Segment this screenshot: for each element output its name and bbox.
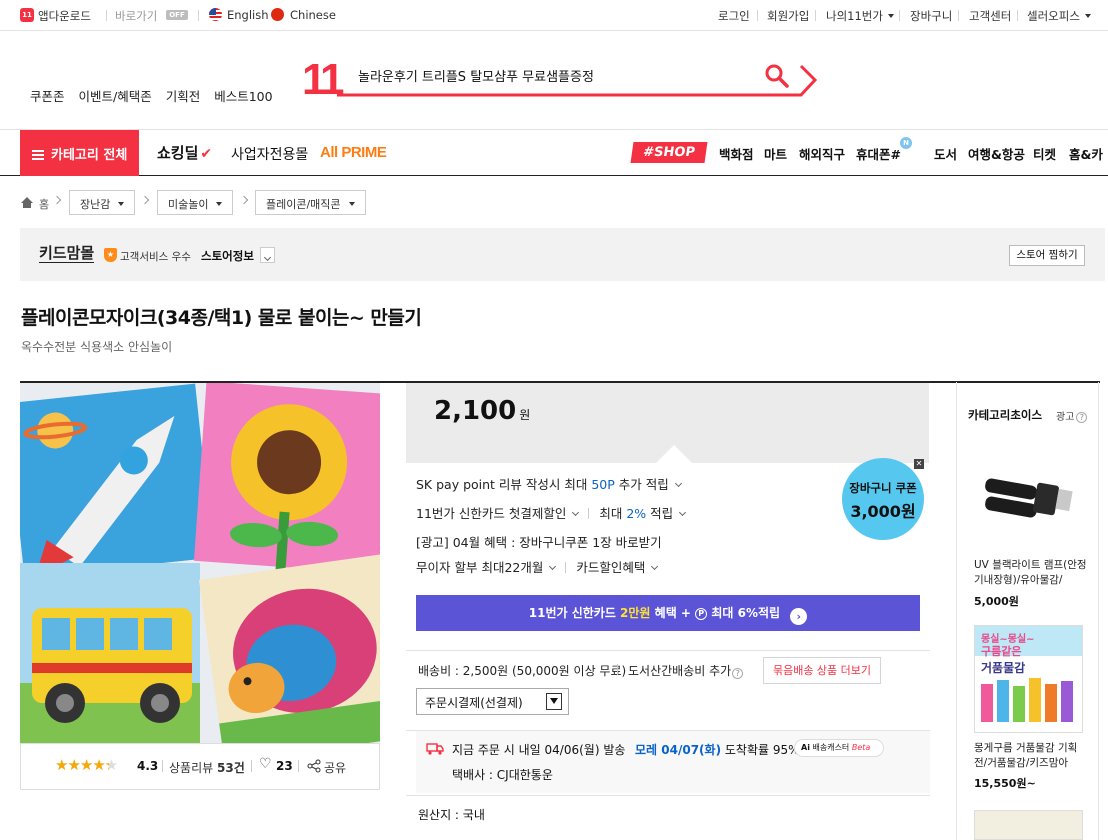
gnb-department[interactable]: 백화점 [719, 144, 754, 163]
shop-tag[interactable]: #SHOP [630, 142, 708, 163]
product-subtitle: 옥수수전분 식용색소 안심놀이 [21, 340, 173, 354]
price: 2,100 원 [434, 396, 531, 426]
my11st-link[interactable]: 나의11번가 [826, 8, 894, 24]
utility-bar: 11 앱다운로드 바로가기 OFF English Chinese 로그인 회원… [0, 0, 1108, 31]
bundle-shipping-button[interactable]: 묶음배송 상품 더보기 [763, 657, 881, 684]
sidebar-item-bubble-paint-price: 15,550원~ [974, 777, 1036, 790]
shipping-fee: 배송비 : 2,500원 (50,000원 이상 무료) [418, 664, 627, 678]
sidebar-next-item-image[interactable] [974, 810, 1083, 840]
business-mall-link[interactable]: 사업자전용몰 [231, 144, 308, 164]
gnb-books[interactable]: 도서 [934, 144, 957, 163]
share-icon[interactable] [307, 759, 321, 773]
good-service-text: 고객서비스 우수 [120, 251, 191, 263]
review-link[interactable]: 상품리뷰 53건 [169, 759, 245, 776]
gnb-ticket[interactable]: 티켓 [1033, 144, 1056, 163]
gnb-bar: 카테고리 전체 쇼킹딜 ✔ 사업자전용몰 All PRIME #SHOP 백화점 … [0, 129, 1108, 176]
gnb-phone[interactable]: 휴대폰# [856, 144, 901, 163]
mountain-fee[interactable]: 도서산간배송비 추가? [628, 662, 744, 679]
dispatch-info: 지금 주문 시 내일 04/06(월) 발송 [452, 743, 626, 757]
breadcrumb-home[interactable]: 홈 [39, 196, 49, 212]
sidebar-title: 카테고리초이스 [968, 408, 1043, 422]
truck-icon [426, 743, 444, 755]
sidebar-item-bubble-paint[interactable]: 몽게구름 거품물감 기획전/거품물감/키즈맘아 [974, 741, 1089, 771]
breadcrumb-playcorn-select[interactable]: 플레이콘/매직콘 [255, 190, 366, 215]
shortcut-toggle[interactable]: OFF [166, 10, 188, 20]
menu-exhibition[interactable]: 기획전 [166, 89, 201, 104]
breadcrumb-art-select[interactable]: 미술놀이 [157, 190, 234, 215]
help-icon[interactable]: ? [732, 668, 744, 679]
breadcrumb-toy-select[interactable]: 장난감 [69, 190, 136, 215]
gnb-mart[interactable]: 마트 [764, 144, 787, 163]
customer-center-link[interactable]: 고객센터 [969, 8, 1011, 24]
menu-event[interactable]: 이벤트/혜택존 [79, 89, 152, 104]
cn-flag-icon [271, 8, 284, 21]
uv-lamp-image[interactable] [975, 452, 1083, 552]
store-favorite-button[interactable]: 스토어 찜하기 [1009, 245, 1085, 266]
product-title: 플레이콘모자이크(34종/택1) 물로 붙이는~ 만들기 [21, 307, 422, 329]
select-arrow-icon [546, 693, 562, 710]
chinese-link[interactable]: Chinese [290, 8, 336, 22]
shocking-deal-icon: ✔ [200, 146, 213, 162]
app-icon: 11 [20, 8, 34, 22]
sidebar-item-uv-lamp[interactable]: UV 블랙라이트 램프(안정기내장형)/유아물감/ [974, 558, 1089, 588]
gnb-travel[interactable]: 여행&항공 [968, 144, 1025, 163]
ai-delivery-caster-badge[interactable]: Ai 배송캐스터 Beta [794, 739, 884, 757]
help-icon[interactable]: ? [1076, 412, 1088, 423]
sidebar-ad-label: 광고? [1056, 408, 1088, 423]
like-count: 23 [276, 759, 293, 773]
sidebar-item-uv-lamp-price: 5,000원 [974, 595, 1019, 608]
rating-value: 4.3 [137, 759, 159, 773]
price-box-notch [656, 445, 692, 463]
login-link[interactable]: 로그인 [718, 8, 750, 24]
rating-bar: ★★★★★★★★★★ 4.3 상품리뷰 53건 ♡ 23 공유 [20, 743, 380, 790]
us-flag-icon [209, 8, 222, 21]
cart-coupon-badge[interactable]: 장바구니 쿠폰 3,000원 [842, 458, 924, 540]
installment-row[interactable]: 무이자 할부 최대22개월 카드할인혜택 [416, 557, 659, 576]
app-download-link[interactable]: 앱다운로드 [38, 8, 91, 24]
shinhan-card-banner[interactable]: 11번가 신한카드 2만원 혜택 + P 최대 6%적립 › [416, 595, 920, 631]
sk-pay-row[interactable]: SK pay point 리뷰 작성시 최대 50P 추가 적립 [416, 474, 682, 493]
menu-best100[interactable]: 베스트100 [214, 89, 272, 104]
payment-select[interactable]: 주문시결제(선결제) [416, 688, 569, 715]
cart-link[interactable]: 장바구니 [910, 8, 952, 24]
courier-info: 택배사 : CJ대한통운 [452, 768, 553, 782]
good-service-badge-icon: ★ [104, 248, 117, 262]
header-menu: 쿠폰존 이벤트/혜택존 기획전 베스트100 [30, 86, 273, 105]
arrow-circle-icon: › [790, 608, 808, 625]
category-choice-sidebar: 카테고리초이스 광고? UV 블랙라이트 램프(안정기내장형)/유아물감/ 5,… [956, 382, 1099, 840]
bubble-paint-image[interactable]: 몽실~몽실~ 구름같은 거품물감 [974, 625, 1083, 733]
star-rating-icon: ★★★★★★★★★★ [55, 756, 118, 774]
menu-coupon-zone[interactable]: 쿠폰존 [30, 89, 65, 104]
point-icon: P [695, 608, 708, 620]
origin-info: 원산지 : 국내 [418, 808, 485, 822]
hamburger-icon [32, 150, 44, 160]
share-link[interactable]: 공유 [324, 759, 346, 776]
heart-icon[interactable]: ♡ [259, 756, 272, 772]
gnb-overseas[interactable]: 해외직구 [799, 144, 845, 163]
seller-office-link[interactable]: 셀러오피스 [1027, 8, 1091, 24]
shortcut-link[interactable]: 바로가기 [115, 8, 157, 24]
store-bar: 키드맘몰 ★ 고객서비스 우수 스토어정보 스토어 찜하기 [20, 228, 1105, 281]
card-discount-row[interactable]: 11번가 신한카드 첫결제할인 최대 2% 적립 [416, 503, 687, 522]
store-name-link[interactable]: 키드맘몰 [39, 244, 95, 263]
product-image[interactable] [20, 383, 380, 743]
store-info-dropdown[interactable] [260, 247, 275, 263]
all-category-button[interactable]: 카테고리 전체 [20, 130, 139, 176]
english-link[interactable]: English [227, 8, 269, 22]
shocking-deal-link[interactable]: 쇼킹딜 ✔ [157, 142, 212, 163]
delivery-box: 지금 주문 시 내일 04/06(월) 발송 모레 04/07(화) 도착확률 … [416, 731, 930, 793]
search-icon[interactable] [764, 63, 790, 89]
arrival-info: 모레 04/07(화) 도착확률 95% [635, 743, 800, 757]
search-input[interactable]: 놀라운후기 트리플S 탈모샴푸 무료샘플증정 [358, 66, 594, 85]
gnb-home-car[interactable]: 홈&카 [1069, 144, 1103, 163]
ad-coupon-row[interactable]: [광고] 04월 혜택 : 장바구니쿠폰 1장 바로받기 [416, 532, 662, 551]
signup-link[interactable]: 회원가입 [767, 8, 809, 24]
new-badge: N [900, 137, 912, 149]
allprime-link[interactable]: All PRIME [320, 144, 387, 161]
close-icon[interactable]: ✕ [914, 459, 924, 469]
store-info-link[interactable]: 스토어정보 [201, 248, 254, 264]
